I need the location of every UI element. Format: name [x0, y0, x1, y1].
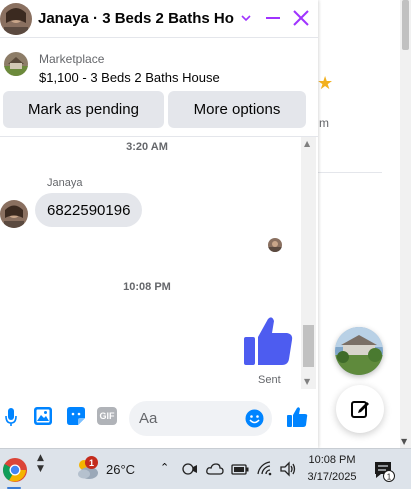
seen-indicator-avatar	[268, 238, 282, 252]
scroll-up-arrow-icon[interactable]: ▲	[304, 139, 310, 148]
temperature[interactable]: 26°C	[106, 462, 135, 477]
message-input[interactable]: Aa	[129, 401, 272, 436]
close-icon[interactable]	[292, 10, 310, 26]
message-input-placeholder: Aa	[139, 410, 158, 427]
wifi-icon[interactable]	[256, 461, 274, 477]
listing-title[interactable]: $1,100 - 3 Beds 2 Baths House	[39, 70, 220, 85]
listing-thumbnail[interactable]	[4, 52, 28, 76]
sticker-icon[interactable]	[66, 406, 86, 426]
battery-icon[interactable]	[231, 461, 249, 477]
timestamp: 10:08 PM	[123, 281, 171, 293]
like-icon[interactable]	[242, 315, 294, 367]
star-icon: ★	[317, 73, 334, 94]
scroll-down-arrow-icon[interactable]: ▼	[401, 437, 407, 446]
message-list[interactable]: 3:20 AM Janaya 6822590196 10:08 PM Sent …	[0, 136, 318, 389]
page-scrollbar[interactable]: ▼	[400, 0, 411, 448]
taskbar: ▲ ▼ 1 26°C ⌃ 10:08 PM 3/17/2025 1	[0, 448, 411, 489]
sent-status: Sent	[258, 374, 281, 386]
marketplace-listing[interactable]: Marketplace $1,100 - 3 Beds 2 Baths Hous…	[0, 46, 318, 86]
listing-source: Marketplace	[39, 52, 105, 66]
gif-label: GIF	[99, 411, 115, 421]
chat-header[interactable]: Janaya · 3 Beds 2 Baths Ho...	[0, 0, 318, 38]
compose-icon	[351, 401, 369, 418]
header-avatar[interactable]	[0, 3, 32, 35]
show-hidden-icons-icon[interactable]: ⌃	[160, 461, 169, 474]
clock-date[interactable]: 3/17/2025	[304, 471, 360, 483]
gif-icon[interactable]: GIF	[97, 407, 117, 425]
message-scrollbar[interactable]: ▲ ▼	[301, 137, 316, 389]
photo-icon[interactable]	[33, 406, 53, 426]
chat-window: Janaya · 3 Beds 2 Baths Ho... Marketplac…	[0, 0, 318, 448]
chrome-icon[interactable]	[2, 457, 28, 483]
volume-icon[interactable]	[280, 461, 298, 477]
more-options-button[interactable]: More options	[168, 91, 306, 128]
message-text: 6822590196	[47, 201, 131, 219]
timestamp: 3:20 AM	[126, 141, 168, 153]
page-scrollbar-thumb[interactable]	[402, 0, 409, 50]
like-icon[interactable]	[286, 406, 308, 428]
background-fragment-text: m	[319, 116, 329, 130]
chat-head-avatar[interactable]	[335, 327, 383, 375]
background-column	[318, 0, 400, 448]
chevron-up-down-icon[interactable]: ▲ ▼	[37, 453, 44, 475]
emoji-icon[interactable]	[245, 409, 264, 428]
notification-count: 1	[387, 473, 392, 482]
message-composer: GIF Aa	[0, 390, 318, 448]
weather-badge: 1	[85, 456, 98, 469]
mark-as-pending-button[interactable]: Mark as pending	[3, 91, 164, 128]
conversation-title[interactable]: Janaya · 3 Beds 2 Baths Ho...	[38, 10, 234, 27]
sender-avatar[interactable]	[0, 200, 28, 228]
mic-icon[interactable]	[4, 406, 18, 428]
chevron-down-icon[interactable]	[239, 10, 253, 26]
message-bubble[interactable]: 6822590196	[35, 193, 143, 227]
notification-icon: 1	[375, 462, 395, 482]
minimize-icon[interactable]	[264, 10, 282, 26]
background-divider	[318, 172, 382, 173]
sender-name: Janaya	[47, 177, 83, 189]
clock-time[interactable]: 10:08 PM	[304, 454, 360, 466]
notification-center[interactable]: 1	[373, 460, 395, 487]
meet-now-icon[interactable]	[182, 461, 198, 477]
new-message-button[interactable]	[336, 385, 384, 433]
scroll-down-arrow-icon[interactable]: ▼	[304, 377, 310, 386]
message-scrollbar-thumb[interactable]	[303, 325, 314, 367]
cloud-icon[interactable]	[206, 461, 224, 477]
